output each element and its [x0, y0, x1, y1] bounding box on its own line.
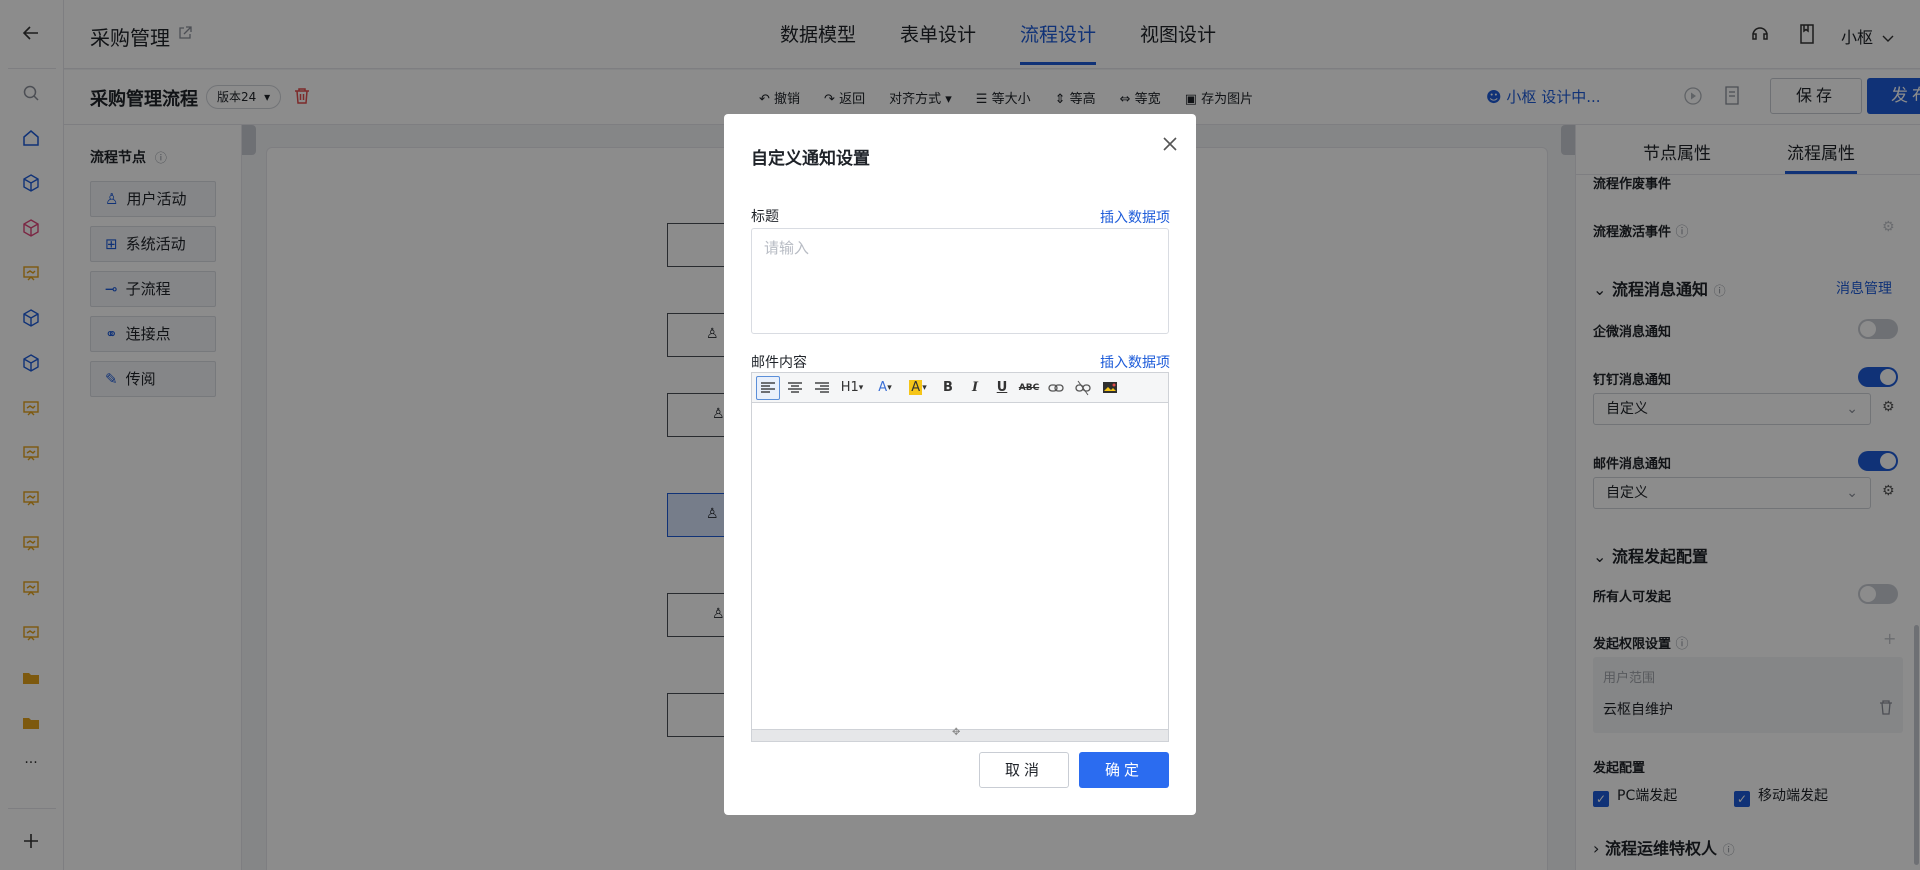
title-field-label: 标题	[751, 209, 779, 225]
editor-toolbar: H1 ▾ A ▾ A ▾ B I U ABC	[752, 373, 1168, 403]
insert-data-link-title[interactable]: 插入数据项	[1100, 207, 1170, 227]
align-left-icon[interactable]	[756, 375, 780, 400]
title-placeholder: 请输入	[764, 239, 810, 257]
italic-icon[interactable]: I	[963, 376, 987, 400]
underline-icon[interactable]: U	[990, 376, 1014, 400]
custom-notify-dialog: 自定义通知设置 标题 插入数据项 请输入 邮件内容 插入数据项 H1 ▾ A ▾ A…	[724, 114, 1196, 815]
heading-icon[interactable]: H1 ▾	[837, 376, 867, 400]
link-icon[interactable]	[1044, 376, 1068, 400]
confirm-button[interactable]: 确定	[1079, 752, 1169, 788]
close-icon[interactable]	[1160, 134, 1180, 154]
unlink-icon[interactable]	[1071, 376, 1095, 400]
editor-resize-bar[interactable]: ✥	[752, 727, 1168, 741]
dialog-title: 自定义通知设置	[751, 149, 870, 169]
insert-data-link-content[interactable]: 插入数据项	[1100, 352, 1170, 372]
content-field-label: 邮件内容	[751, 355, 807, 371]
mail-content-editor: H1 ▾ A ▾ A ▾ B I U ABC ✥	[751, 372, 1169, 742]
title-input[interactable]: 请输入	[751, 228, 1169, 334]
insert-image-icon[interactable]	[1098, 376, 1122, 400]
font-color-icon[interactable]: A ▾	[870, 376, 900, 400]
align-right-icon[interactable]	[810, 376, 834, 400]
strikethrough-icon[interactable]: ABC	[1017, 376, 1041, 400]
bold-icon[interactable]: B	[936, 376, 960, 400]
resize-handle-icon: ✥	[952, 727, 961, 738]
align-center-icon[interactable]	[783, 376, 807, 400]
highlight-icon[interactable]: A ▾	[903, 376, 933, 400]
cancel-button[interactable]: 取消	[979, 752, 1069, 788]
